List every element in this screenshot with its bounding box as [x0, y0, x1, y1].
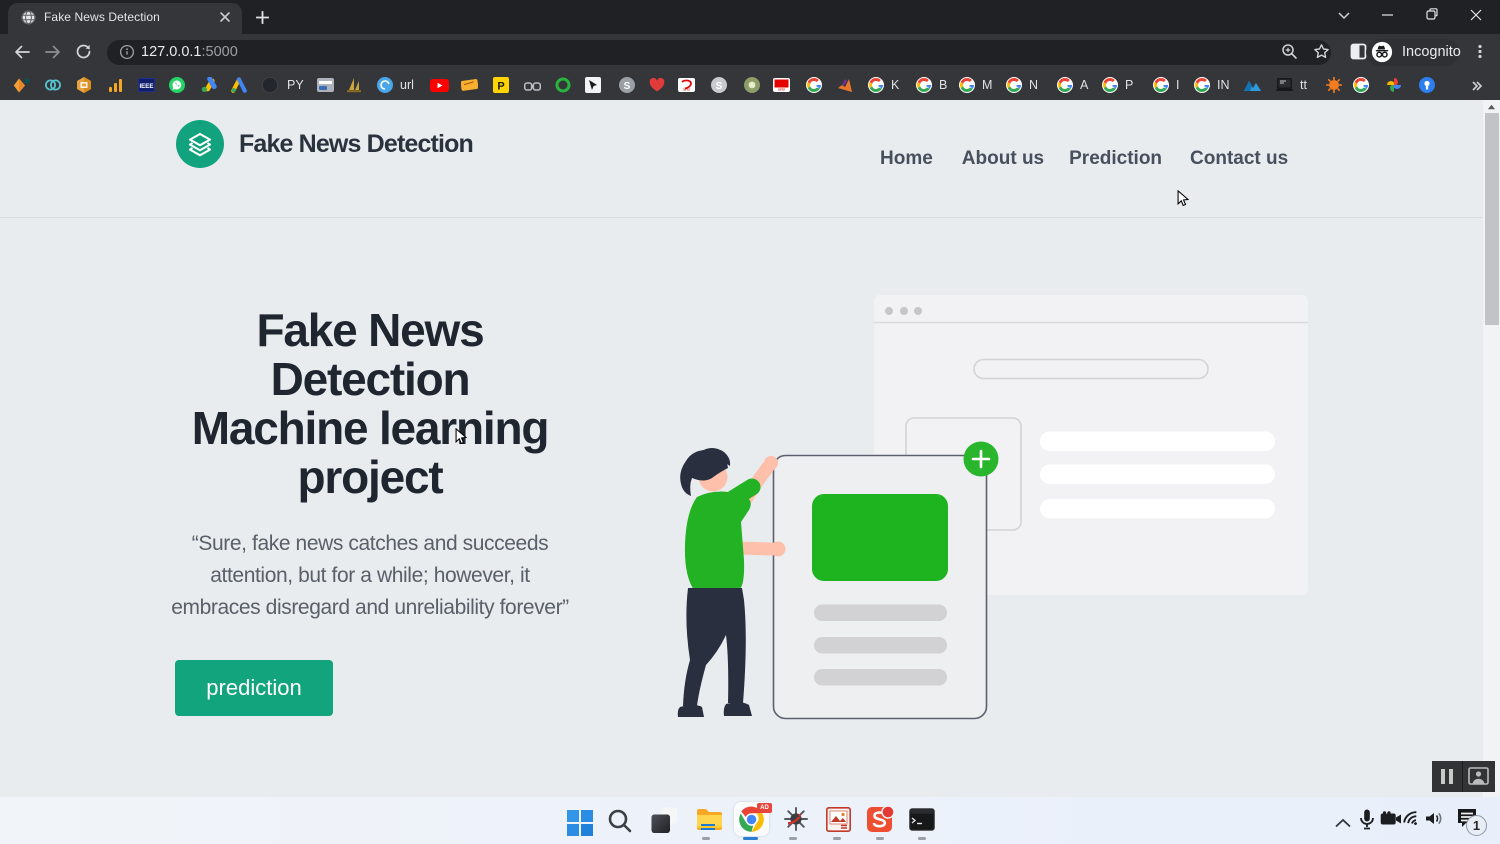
svg-text:P: P: [497, 81, 504, 93]
svg-text:S: S: [624, 81, 631, 92]
svg-text:S: S: [716, 81, 723, 92]
svg-text:IEEE: IEEE: [139, 83, 153, 90]
svg-text:airtel: airtel: [778, 88, 786, 92]
svg-text:airtel: airtel: [683, 88, 691, 92]
